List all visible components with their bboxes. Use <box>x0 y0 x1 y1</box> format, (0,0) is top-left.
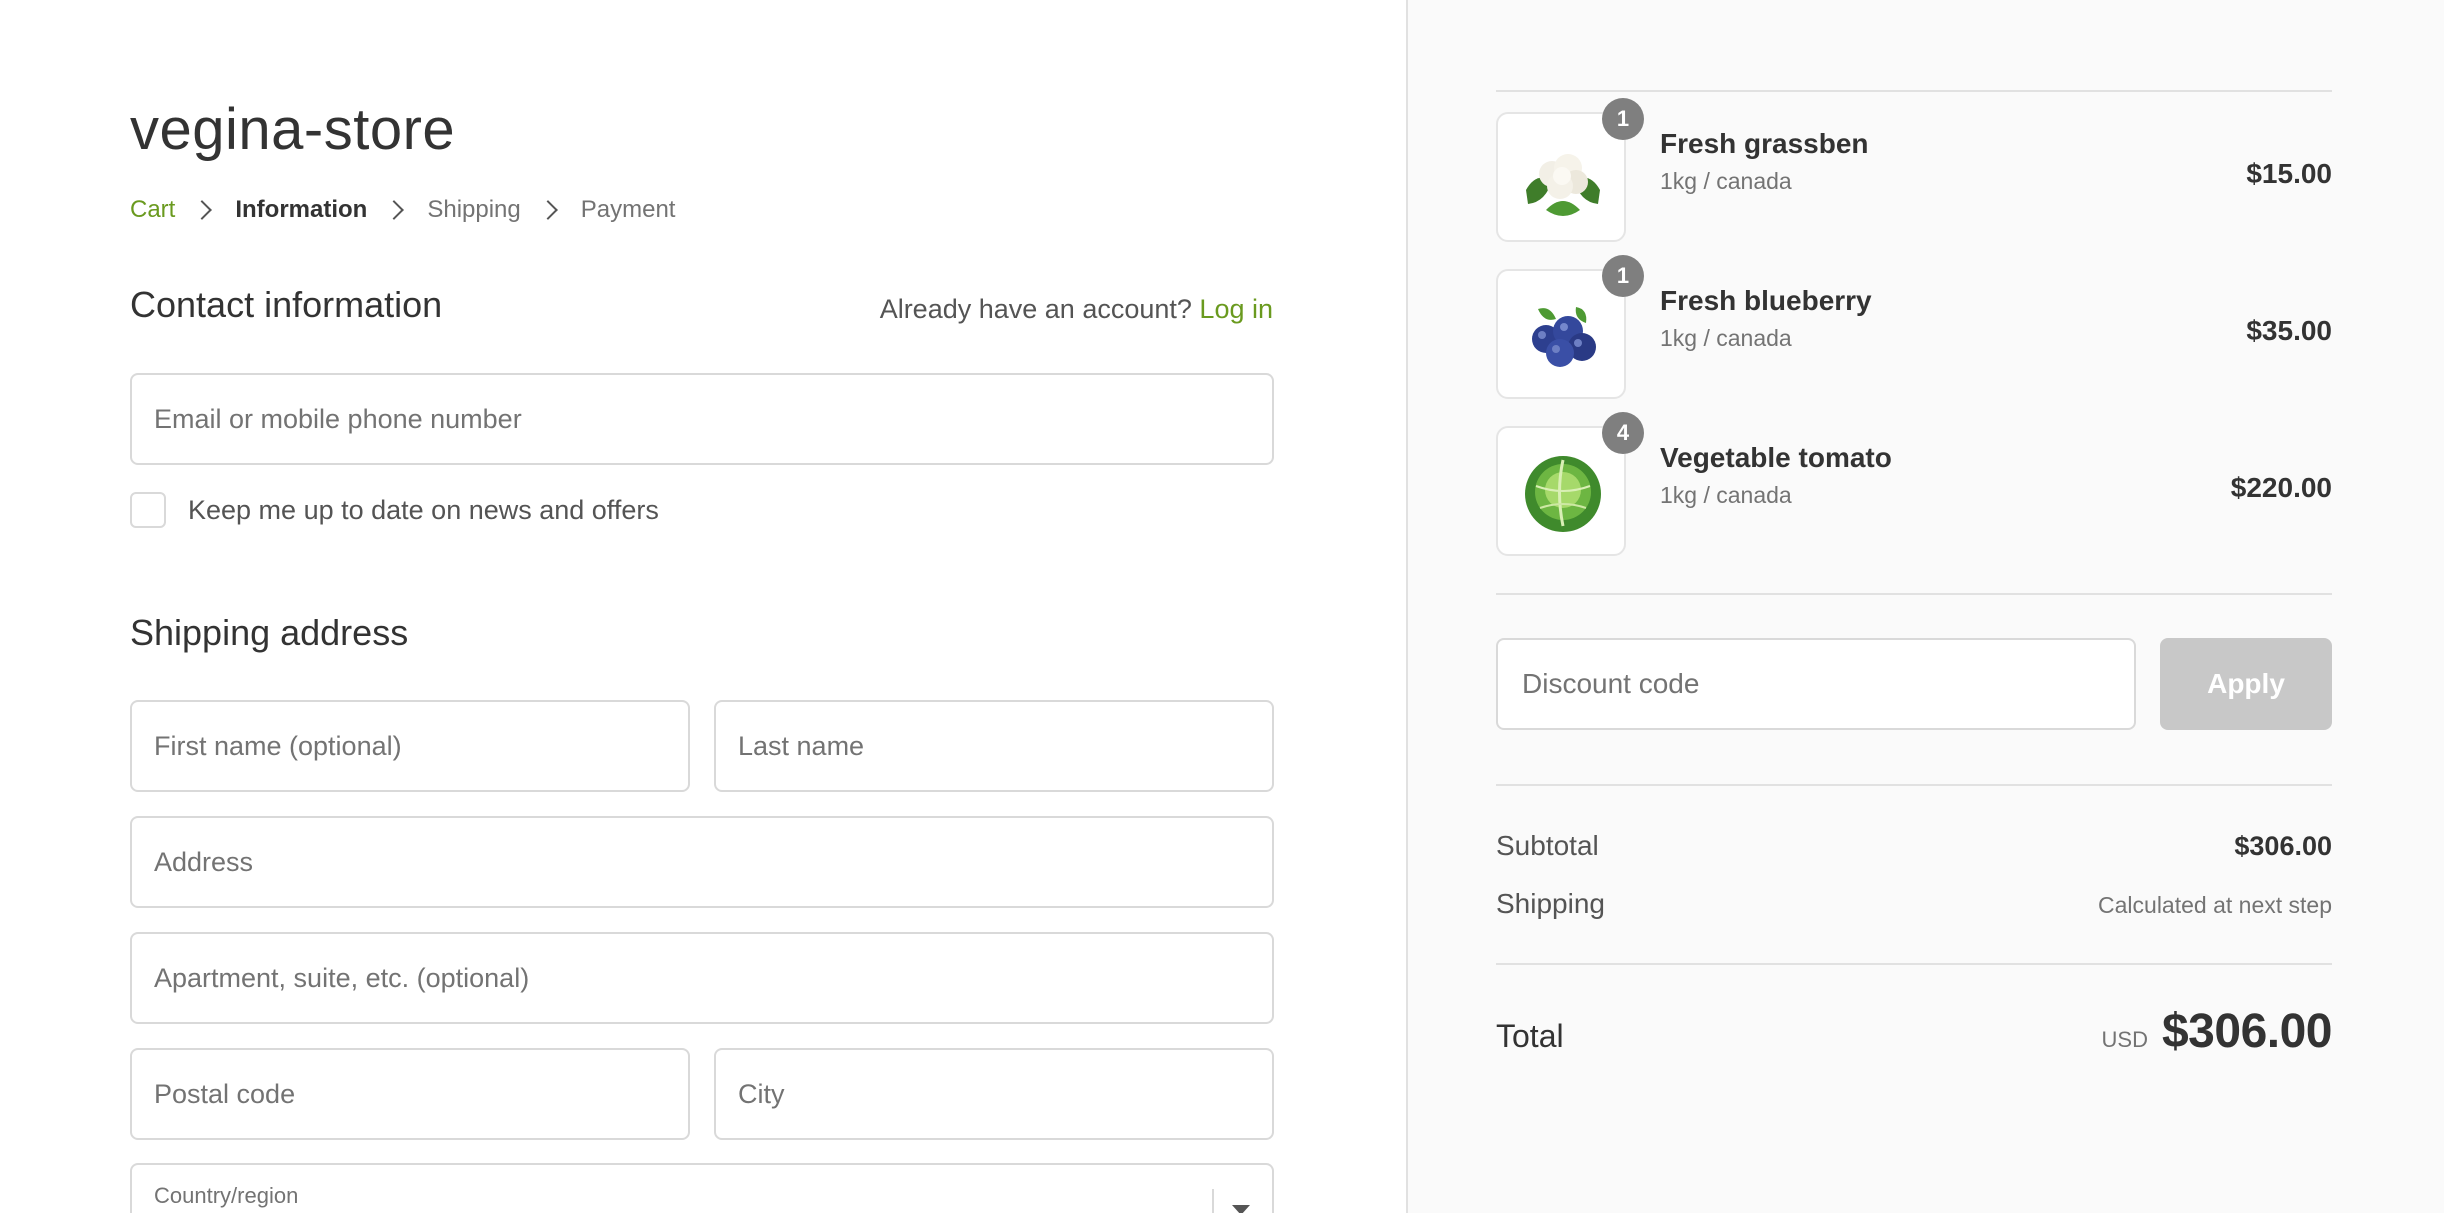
order-summary-sidebar: 1 Fresh grassben 1kg / canada $15.00 1 F… <box>1406 0 2444 1213</box>
blueberry-icon <box>1532 307 1596 367</box>
apply-discount-button[interactable]: Apply <box>2160 638 2332 730</box>
select-divider <box>1212 1189 1214 1213</box>
product-thumbnail: 1 <box>1496 255 1644 399</box>
last-name-placeholder: Last name <box>738 730 865 761</box>
chevron-right-icon <box>537 200 558 220</box>
newsletter-checkbox[interactable] <box>130 492 166 528</box>
product-name: Vegetable tomato <box>1660 442 1892 473</box>
product-price: $220.00 <box>2230 472 2332 503</box>
country-region-select[interactable]: Country/region <box>130 1163 1274 1213</box>
checkout-main: vegina-store Cart Information Shipping P… <box>0 0 1406 1213</box>
first-name-field[interactable]: First name (optional) <box>130 700 690 792</box>
total-row: Total USD $306.00 <box>1496 1004 2333 1059</box>
chevron-right-icon <box>192 200 213 220</box>
product-name: Fresh grassben <box>1660 128 1869 159</box>
line-item: 4 Vegetable tomato 1kg / canada $220.00 <box>1496 412 2332 556</box>
postal-code-field[interactable]: Postal code <box>130 1048 690 1140</box>
divider <box>1496 784 2332 786</box>
breadcrumb: Cart Information Shipping Payment <box>130 196 675 224</box>
divider <box>1496 963 2332 965</box>
quantity-badge: 4 <box>1602 412 1644 454</box>
product-variant: 1kg / canada <box>1660 168 1792 194</box>
first-name-placeholder: First name (optional) <box>154 730 402 761</box>
product-variant: 1kg / canada <box>1660 325 1792 351</box>
subtotal-value: $306.00 <box>2234 831 2332 861</box>
discount-code-placeholder: Discount code <box>1522 668 1700 699</box>
shipping-row: Shipping Calculated at next step <box>1496 888 2332 920</box>
address-field[interactable]: Address <box>130 816 1274 908</box>
shipping-label: Shipping <box>1496 888 1605 919</box>
shipping-address-title: Shipping address <box>130 612 409 653</box>
discount-code-field[interactable]: Discount code <box>1496 638 2136 730</box>
newsletter-checkbox-row[interactable]: Keep me up to date on news and offers <box>130 492 659 528</box>
login-prompt: Already have an account? Log in <box>880 294 1273 325</box>
divider <box>1496 90 2332 92</box>
product-variant: 1kg / canada <box>1660 482 1792 508</box>
product-price: $15.00 <box>2246 158 2332 189</box>
chevron-down-icon <box>1232 1205 1250 1213</box>
subtotal-label: Subtotal <box>1496 830 1599 861</box>
total-value: $306.00 <box>2161 1005 2333 1058</box>
line-item: 1 Fresh grassben 1kg / canada $15.00 <box>1496 98 2332 242</box>
breadcrumb-cart[interactable]: Cart <box>130 196 175 224</box>
product-thumbnail: 4 <box>1496 412 1644 556</box>
breadcrumb-shipping: Shipping <box>427 196 521 223</box>
total-label: Total <box>1496 1018 1564 1054</box>
newsletter-label: Keep me up to date on news and offers <box>188 494 659 525</box>
quantity-badge: 1 <box>1602 98 1644 140</box>
email-field[interactable]: Email or mobile phone number <box>130 373 1274 465</box>
line-item: 1 Fresh blueberry 1kg / canada $35.00 <box>1496 255 2332 399</box>
product-name: Fresh blueberry <box>1660 285 1872 316</box>
apartment-field[interactable]: Apartment, suite, etc. (optional) <box>130 932 1274 1024</box>
cauliflower-icon <box>1526 154 1600 216</box>
chevron-right-icon <box>384 200 405 220</box>
postal-code-placeholder: Postal code <box>154 1078 296 1109</box>
apartment-placeholder: Apartment, suite, etc. (optional) <box>154 962 530 993</box>
last-name-field[interactable]: Last name <box>714 700 1274 792</box>
breadcrumb-information: Information <box>235 196 368 223</box>
product-thumbnail: 1 <box>1496 98 1644 242</box>
product-price: $35.00 <box>2246 315 2332 346</box>
breadcrumb-payment: Payment <box>580 196 676 223</box>
account-prompt-text: Already have an account? <box>879 294 1192 324</box>
city-field[interactable]: City <box>714 1048 1274 1140</box>
address-placeholder: Address <box>154 846 254 877</box>
total-amount: USD $306.00 <box>2101 1004 2333 1059</box>
currency-code: USD <box>2101 1027 2148 1052</box>
country-region-label: Country/region <box>154 1183 299 1208</box>
shipping-value: Calculated at next step <box>2098 892 2332 918</box>
cabbage-icon <box>1525 456 1601 532</box>
quantity-badge: 1 <box>1602 255 1644 297</box>
city-placeholder: City <box>738 1078 785 1109</box>
subtotal-row: Subtotal $306.00 <box>1496 830 2332 862</box>
store-name[interactable]: vegina-store <box>130 96 455 163</box>
login-link[interactable]: Log in <box>1199 294 1273 324</box>
divider <box>1496 593 2332 595</box>
contact-information-title: Contact information <box>130 284 443 325</box>
email-field-placeholder: Email or mobile phone number <box>154 403 522 434</box>
